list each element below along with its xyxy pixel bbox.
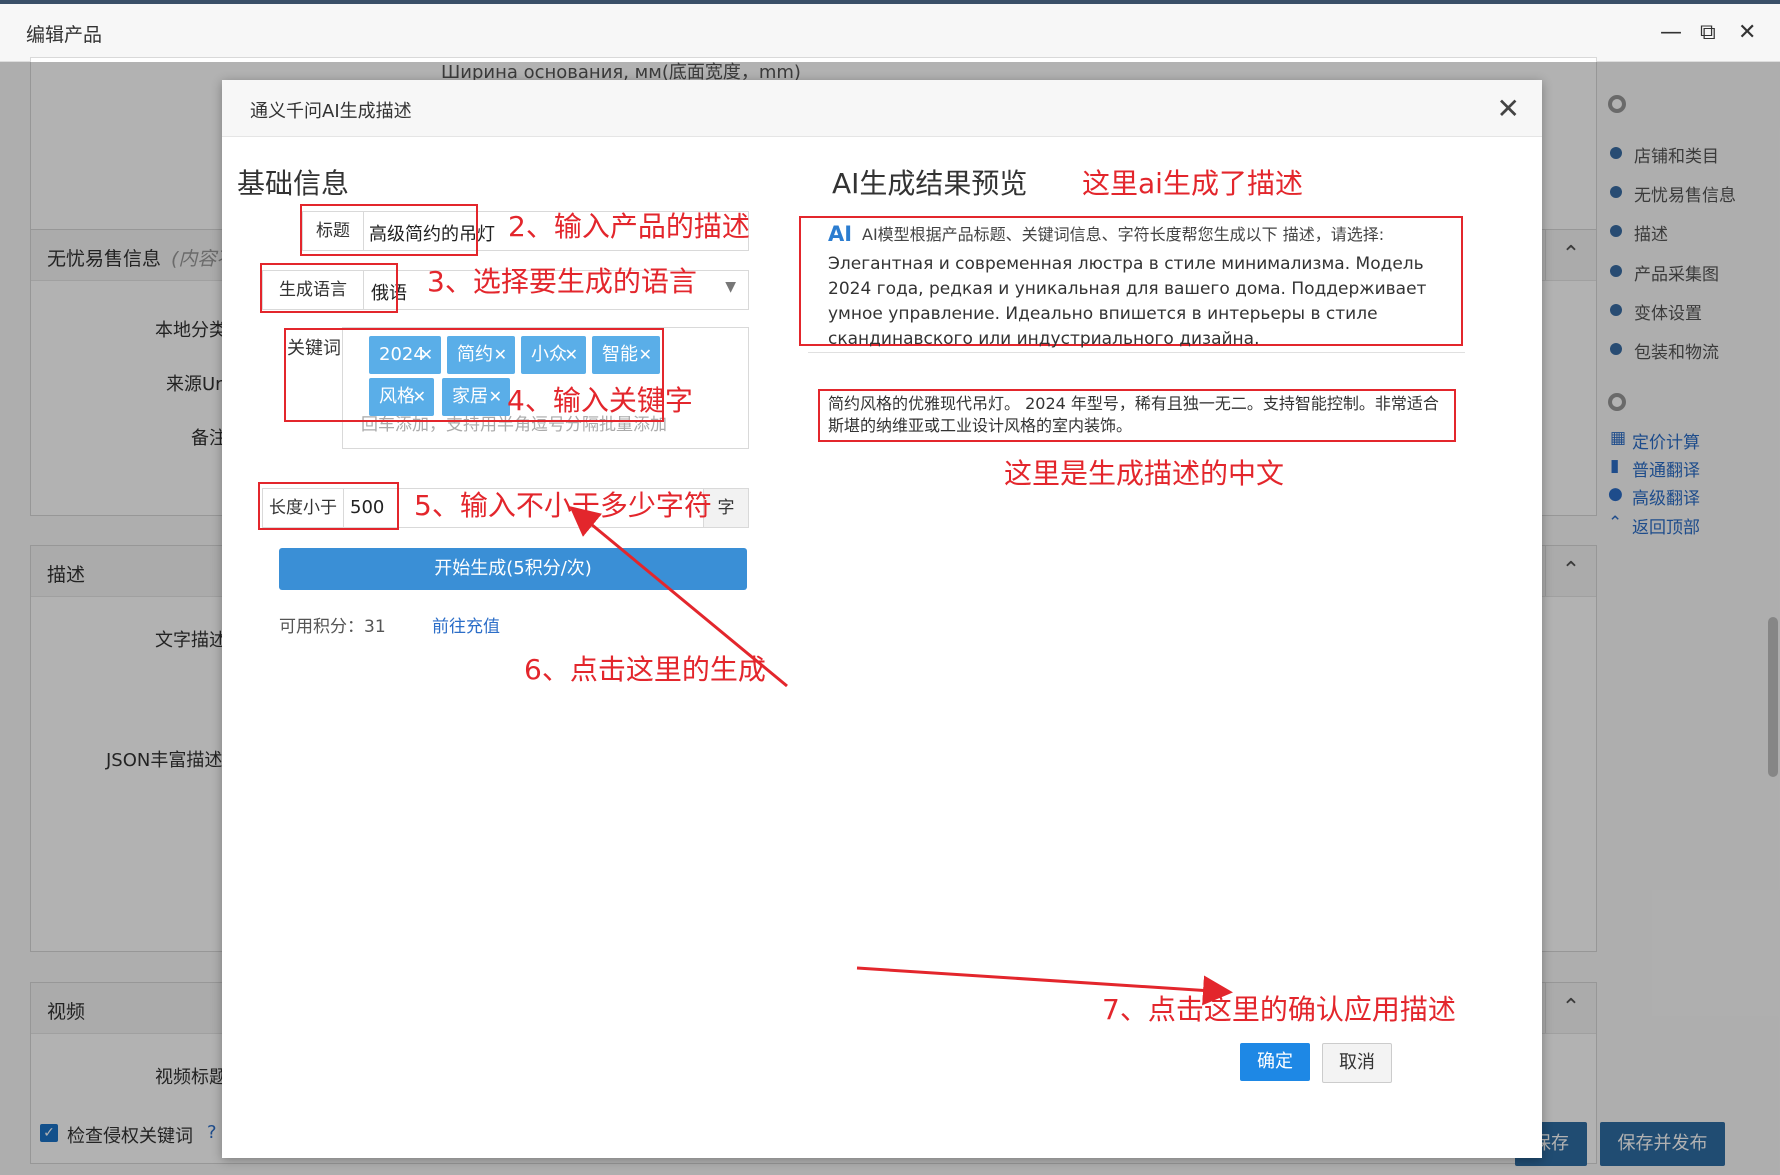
window-titlebar: 编辑产品 — ⧉ ✕ xyxy=(0,4,1780,62)
ai-description-dialog: 通义千问AI生成描述 ✕ 基础信息 标题 高级简约的吊灯 2、输入产品的描述 生… xyxy=(222,80,1542,1158)
annotation-arrows xyxy=(569,506,1233,1006)
close-window-icon[interactable]: ✕ xyxy=(1738,20,1756,45)
arrow-to-generate xyxy=(569,506,788,688)
minimize-icon[interactable]: — xyxy=(1660,20,1682,45)
arrow-to-confirm xyxy=(856,966,1233,1006)
window-title: 编辑产品 xyxy=(26,24,103,46)
maximize-icon[interactable]: ⧉ xyxy=(1700,20,1716,45)
